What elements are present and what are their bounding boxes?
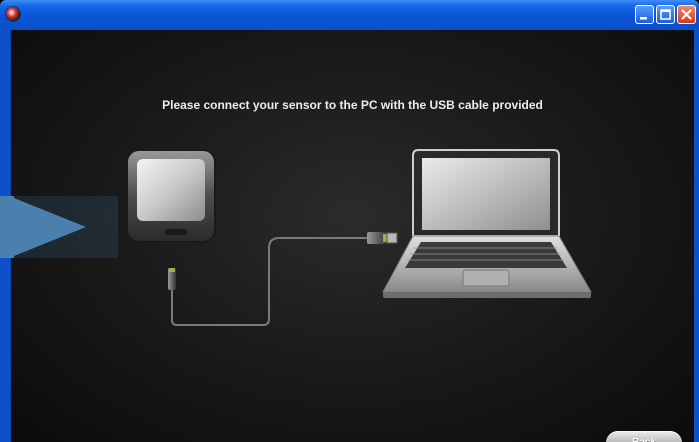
minimize-button[interactable] bbox=[635, 5, 654, 24]
maximize-icon bbox=[660, 9, 671, 20]
minimize-icon bbox=[640, 17, 647, 20]
app-window: Please connect your sensor to the PC wit… bbox=[0, 0, 699, 442]
laptop bbox=[382, 149, 592, 298]
back-button[interactable]: Back bbox=[606, 431, 682, 442]
close-button[interactable] bbox=[677, 5, 696, 24]
title-bar[interactable] bbox=[0, 0, 699, 30]
maximize-button[interactable] bbox=[656, 5, 675, 24]
play-arrow-icon bbox=[0, 196, 118, 258]
sensor-device bbox=[126, 149, 216, 243]
usb-cable bbox=[168, 232, 398, 326]
app-logo-icon bbox=[6, 7, 20, 21]
close-icon bbox=[681, 9, 692, 20]
